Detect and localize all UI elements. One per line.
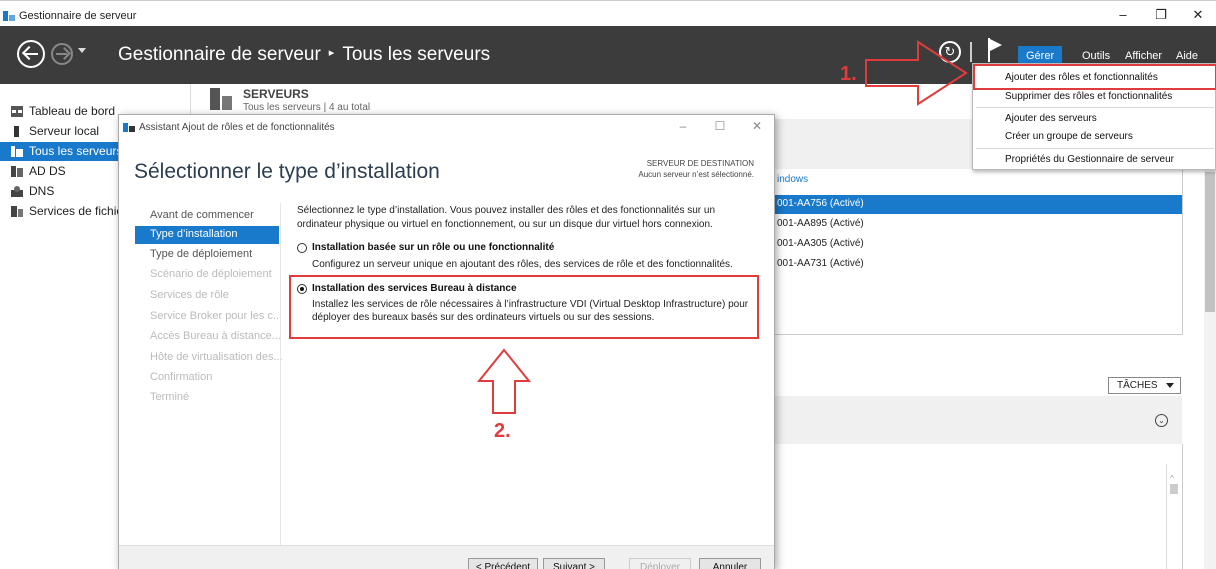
annotation-step-1: 1.: [840, 63, 857, 85]
scrollbar-thumb[interactable]: [1170, 484, 1178, 494]
wizard-divider: [280, 203, 281, 545]
window-title: Gestionnaire de serveur: [19, 10, 137, 22]
dns-icon: [11, 186, 23, 197]
window-titlebar: Gestionnaire de serveur – ❐ ✕: [0, 0, 1216, 26]
wizard-close-button[interactable]: ✕: [747, 119, 767, 133]
wizard-step: Scénario de déploiement: [150, 268, 272, 280]
breadcrumb-separator: ▸: [328, 47, 335, 59]
sidebar-item-label: DNS: [29, 184, 55, 198]
add-roles-wizard-dialog: Assistant Ajout de rôles et de fonctionn…: [118, 114, 775, 569]
events-panel-header: [770, 396, 1182, 444]
sidebar-item-file-services[interactable]: Services de fichiers: [0, 202, 118, 221]
servers-icon: [11, 146, 23, 157]
scroll-up-icon[interactable]: ^: [1170, 474, 1174, 483]
sidebar-item-dns[interactable]: DNS: [0, 182, 118, 201]
breadcrumb-current: Tous les serveurs: [342, 44, 491, 65]
files-icon: [11, 206, 23, 217]
tasks-label: TÂCHES: [1117, 380, 1158, 391]
server-list-border: [770, 334, 1183, 335]
servers-tile-title: SERVEURS: [243, 87, 309, 101]
option-remote-desktop-description: Installez les services de rôle nécessair…: [312, 299, 749, 323]
menu-divider: [976, 148, 1214, 149]
table-row[interactable]: 001-AA756 (Activé): [770, 195, 1182, 214]
destination-server-value: Aucun serveur n’est sélectionné.: [638, 170, 754, 179]
sidebar-item-local-server[interactable]: Serveur local: [0, 122, 118, 141]
events-scrollbar[interactable]: ^: [1166, 464, 1180, 569]
menu-item-add-servers[interactable]: Ajouter des serveurs: [1005, 113, 1097, 124]
chevron-down-icon: [1166, 383, 1174, 388]
sidebar-item-all-servers[interactable]: Tous les serveurs: [0, 142, 118, 161]
events-panel: [770, 444, 1183, 569]
wizard-step[interactable]: Type de déploiement: [150, 248, 252, 260]
tasks-dropdown[interactable]: TÂCHES: [1108, 377, 1181, 394]
menu-item-remove-roles[interactable]: Supprimer des rôles et fonctionnalités: [1005, 91, 1172, 102]
wizard-step: Service Broker pour les c...: [150, 310, 283, 322]
notifications-flag-icon[interactable]: [988, 38, 1004, 64]
servers-tile-subtitle: Tous les serveurs | 4 au total: [243, 102, 371, 113]
expand-chevron-icon[interactable]: ⌄: [1155, 414, 1168, 427]
server-list-column-header[interactable]: indows: [777, 174, 808, 185]
sidebar-item-label: Tableau de bord: [29, 104, 116, 118]
menu-divider: [976, 107, 1214, 108]
option-role-based-title[interactable]: Installation basée sur un rôle ou une fo…: [312, 242, 554, 253]
deploy-button: Déployer: [629, 558, 691, 569]
previous-button[interactable]: < Précédent: [468, 558, 538, 569]
annotation-arrow-2-icon: [476, 348, 532, 414]
radio-role-based[interactable]: [297, 243, 307, 253]
wizard-step: Terminé: [150, 391, 190, 403]
next-button[interactable]: Suivant >: [543, 558, 605, 569]
close-button[interactable]: ✕: [1188, 7, 1208, 23]
cancel-button[interactable]: Annuler: [699, 558, 761, 569]
sidebar-item-label: Tous les serveurs: [29, 144, 118, 158]
sidebar-item-ad-ds[interactable]: AD DS: [0, 162, 118, 181]
wizard-maximize-button[interactable]: ☐: [710, 119, 730, 133]
wizard-intro-text: Sélectionnez le type d’installation. Vou…: [297, 205, 716, 230]
annotation-step-2: 2.: [494, 420, 511, 442]
wizard-titlebar: Assistant Ajout de rôles et de fonctionn…: [119, 115, 774, 139]
radio-remote-desktop[interactable]: [297, 284, 307, 294]
breadcrumb: Gestionnaire de serveur ▸ Tous les serveur…: [118, 44, 490, 66]
menu-item-create-server-group[interactable]: Créer un groupe de serveurs: [1005, 131, 1133, 142]
sidebar: Tableau de bord Serveur local Tous les s…: [0, 84, 118, 569]
sidebar-item-label: Serveur local: [29, 124, 100, 138]
manage-menu-dropdown: Ajouter des rôles et fonctionnalités Sup…: [972, 63, 1216, 170]
wizard-footer: < Précédent Suivant > Déployer Annuler: [119, 545, 774, 569]
wizard-step: Confirmation: [150, 371, 213, 383]
breadcrumb-root[interactable]: Gestionnaire de serveur: [118, 44, 321, 65]
restore-button[interactable]: ❐: [1151, 7, 1171, 23]
wizard-step: Hôte de virtualisation des...: [150, 351, 283, 363]
forward-arrow-icon[interactable]: [51, 43, 73, 65]
servers-tile-icon: [210, 88, 232, 110]
menu-item-properties[interactable]: Propriétés du Gestionnaire de serveur: [1005, 154, 1174, 165]
wizard-step[interactable]: Avant de commencer: [150, 209, 254, 221]
page-title: Sélectionner le type d’installation: [134, 160, 440, 183]
history-dropdown-icon[interactable]: [78, 48, 86, 53]
destination-server-label: SERVEUR DE DESTINATION: [646, 159, 754, 168]
server-icon: [14, 126, 19, 137]
wizard-title: Assistant Ajout de rôles et de fonctionn…: [139, 122, 335, 133]
wizard-minimize-button[interactable]: –: [673, 119, 693, 133]
wizard-step: Services de rôle: [150, 289, 229, 301]
option-role-based-description: Configurez un serveur unique en ajoutant…: [312, 259, 733, 270]
option-remote-desktop-title[interactable]: Installation des services Bureau à dista…: [312, 283, 517, 294]
table-row[interactable]: 001-AA305 (Activé): [770, 235, 1182, 254]
dashboard-icon: [11, 106, 23, 117]
sidebar-item-label: AD DS: [29, 164, 66, 178]
wizard-step: Accès Bureau à distance...: [150, 330, 281, 342]
scrollbar-thumb[interactable]: [1205, 172, 1215, 312]
wizard-step-current[interactable]: Type d’installation: [135, 226, 279, 244]
back-arrow-icon[interactable]: [17, 40, 45, 68]
minimize-button[interactable]: –: [1113, 7, 1133, 22]
table-row[interactable]: 001-AA895 (Activé): [770, 215, 1182, 234]
server-manager-app-icon: [3, 11, 15, 21]
sidebar-item-label: Services de fichiers: [29, 204, 118, 218]
annotation-arrow-1-icon: [865, 40, 968, 106]
sidebar-item-dashboard[interactable]: Tableau de bord: [0, 102, 118, 121]
table-row[interactable]: 001-AA731 (Activé): [770, 255, 1182, 274]
wizard-app-icon: [123, 123, 135, 132]
adds-icon: [11, 166, 23, 177]
menu-item-add-roles[interactable]: Ajouter des rôles et fonctionnalités: [1005, 72, 1158, 83]
